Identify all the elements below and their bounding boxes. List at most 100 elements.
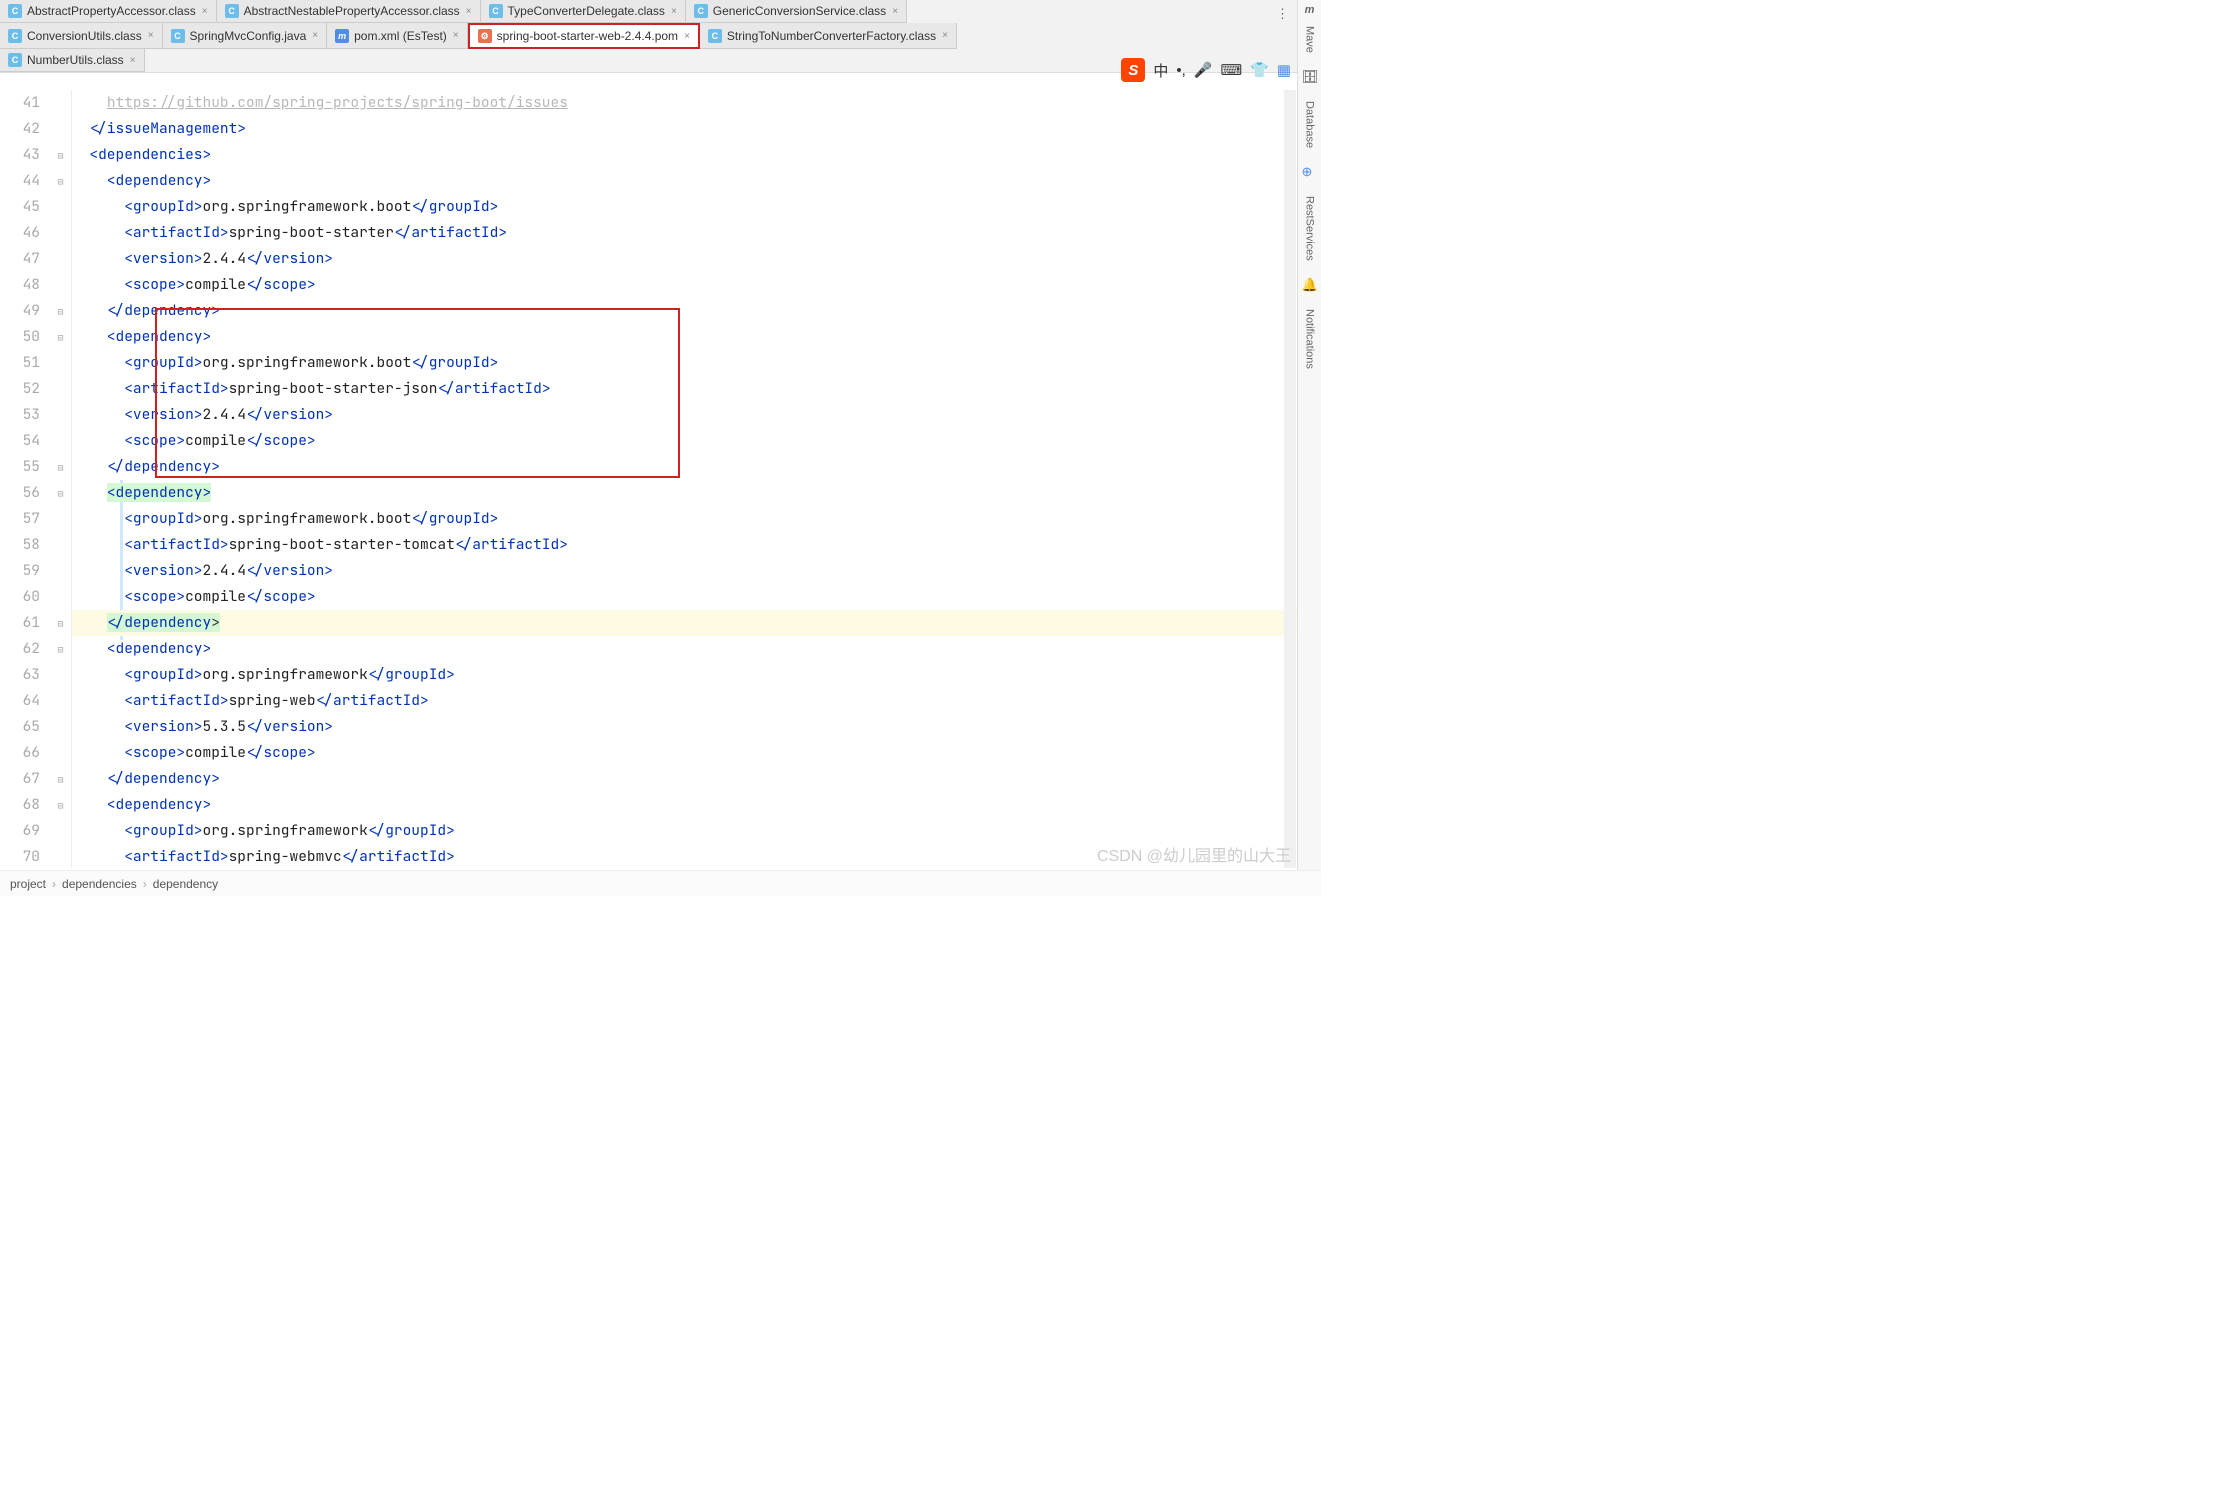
line-gutter: 4142434445464748495051525354555657585960… [0, 90, 50, 868]
code-line[interactable]: <dependency> [72, 636, 1297, 662]
code-line[interactable]: <dependencies> [72, 142, 1297, 168]
breadcrumb-bar[interactable]: project› dependencies› dependency [0, 870, 1321, 896]
close-icon[interactable]: × [892, 6, 898, 17]
editor-tab[interactable]: mpom.xml (EsTest)× [327, 23, 468, 49]
editor-tab[interactable]: C NumberUtils.class × [0, 49, 145, 72]
code-line[interactable]: <version>5.3.5</version> [72, 714, 1297, 740]
editor-tab[interactable]: CSpringMvcConfig.java× [163, 23, 328, 49]
code-line[interactable]: <version>2.4.4</version> [72, 402, 1297, 428]
editor-tab[interactable]: CAbstractNestablePropertyAccessor.class× [217, 0, 481, 23]
code-line[interactable]: https://github.com/spring-projects/sprin… [72, 90, 1297, 116]
close-icon[interactable]: × [202, 6, 208, 17]
sogou-ime-icon[interactable]: S [1121, 58, 1145, 82]
code-line[interactable]: <groupId>org.springframework.boot</group… [72, 350, 1297, 376]
fold-column[interactable]: ⊟ ⊟ ⊟ ⊟ ⊟ ⊟ ⊟ ⊟ ⊟ ⊟ [50, 90, 72, 868]
close-icon[interactable]: × [130, 55, 136, 66]
editor-tab[interactable]: C AbstractPropertyAccessor.class × [0, 0, 217, 23]
bell-icon[interactable]: 🔔 [1302, 277, 1318, 293]
code-line[interactable]: <dependency> [72, 792, 1297, 818]
code-line[interactable]: <dependency> [72, 324, 1297, 350]
tab-label: ConversionUtils.class [27, 29, 142, 43]
fold-toggle-icon[interactable]: ⊟ [57, 331, 63, 344]
fold-toggle-icon[interactable]: ⊟ [57, 617, 63, 630]
code-line[interactable]: <artifactId>spring-boot-starter-tomcat</… [72, 532, 1297, 558]
rail-maven[interactable]: Mave [1304, 26, 1316, 53]
close-icon[interactable]: × [466, 6, 472, 17]
code-line[interactable]: <version>2.4.4</version> [72, 558, 1297, 584]
tab-label: NumberUtils.class [27, 53, 124, 67]
code-line[interactable]: </issueManagement> [72, 116, 1297, 142]
code-line[interactable]: <groupId>org.springframework.boot</group… [72, 194, 1297, 220]
rest-icon[interactable]: ⊕ [1302, 164, 1318, 180]
shirt-icon[interactable]: 👕 [1250, 61, 1269, 79]
fold-toggle-icon[interactable]: ⊟ [57, 461, 63, 474]
code-line[interactable]: </dependency> [72, 454, 1297, 480]
keyboard-icon[interactable]: ⌨ [1220, 61, 1242, 79]
code-line[interactable]: <dependency> [72, 480, 1297, 506]
editor-tab[interactable]: C StringToNumberConverterFactory.class × [700, 23, 957, 49]
crumb-0[interactable]: project [10, 877, 46, 891]
crumb-2[interactable]: dependency [153, 877, 218, 891]
editor-tab[interactable]: CGenericConversionService.class× [686, 0, 907, 23]
xml-file-icon: ⚙ [478, 29, 492, 43]
scrollbar[interactable] [1284, 90, 1296, 868]
tab-label: AbstractNestablePropertyAccessor.class [244, 4, 460, 18]
ime-lang[interactable]: 中 [1153, 60, 1168, 81]
mic-icon[interactable]: 🎤 [1194, 61, 1213, 79]
crumb-1[interactable]: dependencies [62, 877, 137, 891]
close-icon[interactable]: × [671, 6, 677, 17]
fold-toggle-icon[interactable]: ⊟ [57, 799, 63, 812]
tab-overflow-icon[interactable]: ⋮ [1276, 6, 1289, 22]
code-line[interactable]: <scope>compile</scope> [72, 272, 1297, 298]
maven-icon[interactable]: m [1305, 4, 1315, 16]
fold-toggle-icon[interactable]: ⊟ [57, 305, 63, 318]
code-line[interactable]: <groupId>org.springframework</groupId> [72, 818, 1297, 844]
code-line[interactable]: </dependency> [72, 766, 1297, 792]
fold-toggle-icon[interactable]: ⊟ [57, 773, 63, 786]
tab-label: SpringMvcConfig.java [190, 29, 307, 43]
code-line[interactable]: <artifactId>spring-boot-starter</artifac… [72, 220, 1297, 246]
rail-rest[interactable]: RestServices [1304, 196, 1316, 261]
fold-toggle-icon[interactable]: ⊟ [57, 643, 63, 656]
class-file-icon: C [8, 4, 22, 18]
code-editor[interactable]: 4142434445464748495051525354555657585960… [0, 90, 1297, 868]
code-line[interactable]: <groupId>org.springframework</groupId> [72, 662, 1297, 688]
watermark: CSDN @幼儿园里的山大王 [1097, 842, 1291, 866]
code-line[interactable]: </dependency> [72, 298, 1297, 324]
editor-tab[interactable]: C ConversionUtils.class × [0, 23, 163, 49]
close-icon[interactable]: × [453, 30, 459, 41]
code-line[interactable]: <scope>compile</scope> [72, 428, 1297, 454]
code-line[interactable]: <version>2.4.4</version> [72, 246, 1297, 272]
tab-label: StringToNumberConverterFactory.class [727, 29, 936, 43]
code-line[interactable]: <scope>compile</scope> [72, 740, 1297, 766]
code-line[interactable]: <groupId>org.springframework.boot</group… [72, 506, 1297, 532]
code-line[interactable]: <scope>compile</scope> [72, 584, 1297, 610]
ime-punct[interactable]: •, [1176, 62, 1185, 79]
grid-icon[interactable]: ▦ [1277, 61, 1291, 79]
code-line[interactable]: <artifactId>spring-web</artifactId> [72, 688, 1297, 714]
class-file-icon: C [708, 29, 722, 43]
tab-label: AbstractPropertyAccessor.class [27, 4, 196, 18]
rail-database[interactable]: Database [1304, 101, 1316, 148]
maven-file-icon: m [335, 29, 349, 43]
editor-tab[interactable]: ⚙ spring-boot-starter-web-2.4.4.pom × [468, 23, 700, 49]
code-line[interactable]: <artifactId>spring-boot-starter-json</ar… [72, 376, 1297, 402]
class-file-icon: C [8, 29, 22, 43]
editor-tab[interactable]: CTypeConverterDelegate.class× [481, 0, 686, 23]
status-icons: S 中 •, 🎤 ⌨ 👕 ▦ [1121, 58, 1291, 82]
close-icon[interactable]: × [942, 30, 948, 41]
close-icon[interactable]: × [312, 30, 318, 41]
rail-notif[interactable]: Notifications [1304, 309, 1316, 369]
close-icon[interactable]: × [148, 30, 154, 41]
tab-label: TypeConverterDelegate.class [508, 4, 665, 18]
tab-label: spring-boot-starter-web-2.4.4.pom [497, 29, 678, 43]
close-icon[interactable]: × [684, 31, 690, 42]
code-area[interactable]: https://github.com/spring-projects/sprin… [72, 90, 1297, 868]
fold-toggle-icon[interactable]: ⊟ [57, 149, 63, 162]
fold-toggle-icon[interactable]: ⊟ [57, 175, 63, 188]
code-line[interactable]: </dependency> [72, 610, 1297, 636]
fold-toggle-icon[interactable]: ⊟ [57, 487, 63, 500]
class-file-icon: C [8, 53, 22, 67]
code-line[interactable]: <dependency> [72, 168, 1297, 194]
database-icon[interactable]: 🗄 [1302, 69, 1318, 85]
